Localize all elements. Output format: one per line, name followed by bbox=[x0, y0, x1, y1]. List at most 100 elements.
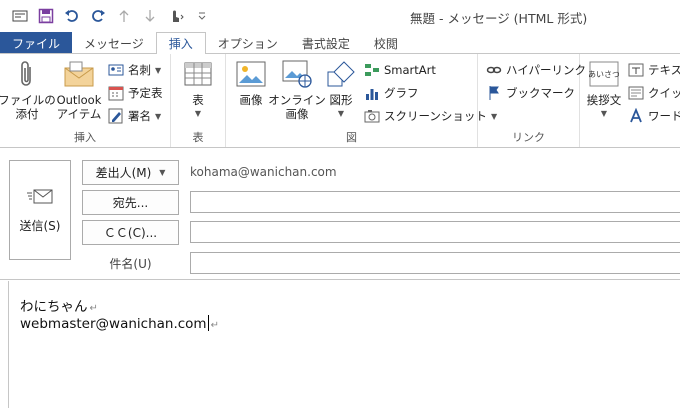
shapes-button[interactable]: 図形 ▼ bbox=[322, 58, 360, 121]
tab-review[interactable]: 校閲 bbox=[362, 32, 410, 54]
signature-icon bbox=[108, 108, 124, 124]
shapes-icon bbox=[325, 58, 357, 90]
redo-icon[interactable] bbox=[86, 5, 110, 27]
send-icon bbox=[26, 186, 54, 209]
signature-button[interactable]: 署名 ▼ bbox=[108, 106, 161, 126]
calendar-label: 予定表 bbox=[128, 86, 163, 100]
to-button-label: 宛先... bbox=[112, 196, 149, 210]
link-icon bbox=[486, 62, 502, 78]
body-line-text: わにちゃん bbox=[20, 299, 88, 315]
chevron-down-icon: ▼ bbox=[155, 111, 162, 121]
attach-file-button[interactable]: ファイルの 添付 bbox=[0, 58, 56, 121]
body-line: webmaster@wanichan.com ↵ bbox=[20, 315, 219, 332]
ribbon-tabs: ファイル メッセージ 挿入 オプション 書式設定 校閲 bbox=[0, 32, 680, 54]
outlook-item-button[interactable]: Outlook アイテム bbox=[52, 58, 106, 121]
customize-icon[interactable] bbox=[190, 5, 214, 27]
greeting-button[interactable]: あいさつ 挨拶文 ▼ bbox=[584, 58, 624, 121]
cc-button[interactable]: ＣＣ(C)... bbox=[82, 220, 179, 245]
greeting-icon: あいさつ bbox=[588, 58, 620, 90]
calendar-button[interactable]: 予定表 bbox=[108, 83, 163, 103]
message-body[interactable]: わにちゃん ↵ webmaster@wanichan.com ↵ bbox=[8, 281, 680, 408]
ribbon-group-insert: ファイルの 添付 Outlook アイテム 名刺 ▼ 予定表 署名 ▼ 挿入 bbox=[0, 54, 171, 147]
subject-label: 件名(U) bbox=[109, 257, 152, 271]
ribbon-group-illustrations: 画像 オンライン 画像 図形 ▼ SmartArt グラフ スクリーンショット … bbox=[226, 54, 497, 147]
tab-insert[interactable]: 挿入 bbox=[155, 32, 206, 54]
chevron-down-icon: ▼ bbox=[155, 65, 162, 75]
body-line: わにちゃん ↵ bbox=[20, 295, 98, 315]
mail-icon[interactable] bbox=[8, 5, 32, 27]
pictures-label: 画像 bbox=[239, 93, 263, 107]
smartart-button[interactable]: SmartArt bbox=[364, 60, 436, 80]
subject-field[interactable] bbox=[190, 252, 680, 274]
title-bar: 無題 - メッセージ (HTML 形式) bbox=[0, 0, 680, 32]
textbox-icon bbox=[628, 62, 644, 78]
send-button[interactable]: 送信(S) bbox=[9, 160, 71, 260]
chart-icon bbox=[364, 85, 380, 101]
table-button[interactable]: 表 ▼ bbox=[177, 58, 219, 121]
cc-button-label: ＣＣ(C)... bbox=[103, 226, 158, 240]
pictures-button[interactable]: 画像 bbox=[230, 58, 272, 107]
shapes-label: 図形 bbox=[329, 93, 353, 107]
table-group-label: 表 bbox=[192, 131, 204, 144]
smartart-label: SmartArt bbox=[384, 63, 436, 77]
body-line-text: webmaster@wanichan.com bbox=[20, 316, 207, 332]
from-button[interactable]: 差出人(M) ▼ bbox=[82, 160, 179, 185]
to-field[interactable] bbox=[190, 191, 680, 213]
online-pictures-label: オンライン 画像 bbox=[268, 93, 326, 121]
textbox-button[interactable]: テキスト bbox=[628, 60, 680, 80]
attach-file-label: ファイルの 添付 bbox=[0, 93, 56, 121]
text-cursor bbox=[207, 315, 209, 331]
hyperlink-button[interactable]: ハイパーリンク bbox=[486, 60, 586, 80]
cc-field[interactable] bbox=[190, 221, 680, 243]
illustrations-group-label: 図 bbox=[346, 131, 357, 144]
online-pictures-button[interactable]: オンライン 画像 bbox=[268, 58, 326, 121]
business-card-label: 名刺 bbox=[128, 63, 151, 77]
bookmark-icon bbox=[486, 85, 502, 101]
paragraph-mark-icon: ↵ bbox=[89, 303, 98, 314]
to-button[interactable]: 宛先... bbox=[82, 190, 179, 215]
svg-text:あいさつ: あいさつ bbox=[589, 70, 619, 79]
save-icon[interactable] bbox=[34, 5, 58, 27]
paragraph-mark-icon: ↵ bbox=[210, 320, 219, 331]
links-group-label: リンク bbox=[512, 131, 545, 144]
tab-file[interactable]: ファイル bbox=[0, 32, 73, 54]
screenshot-icon bbox=[364, 108, 380, 124]
business-card-button[interactable]: 名刺 ▼ bbox=[108, 60, 161, 80]
insert-group-label: 挿入 bbox=[74, 131, 96, 144]
window-title: 無題 - メッセージ (HTML 形式) bbox=[410, 11, 588, 26]
up-arrow-icon[interactable] bbox=[112, 5, 136, 27]
chart-button[interactable]: グラフ bbox=[364, 83, 419, 103]
smartart-icon bbox=[364, 62, 380, 78]
from-value: kohama@wanichan.com bbox=[190, 165, 337, 179]
picture-icon bbox=[235, 58, 267, 90]
chevron-down-icon: ▼ bbox=[159, 168, 166, 177]
bookmark-button[interactable]: ブックマーク bbox=[486, 83, 575, 103]
chevron-down-icon: ▼ bbox=[600, 109, 608, 118]
table-label: 表 bbox=[192, 93, 204, 107]
quick-parts-button[interactable]: クイック bbox=[628, 83, 680, 103]
tab-format-text[interactable]: 書式設定 bbox=[290, 32, 362, 54]
table-icon bbox=[182, 58, 214, 90]
textbox-label: テキスト bbox=[648, 63, 680, 77]
chevron-down-icon: ▼ bbox=[194, 109, 202, 118]
hyperlink-label: ハイパーリンク bbox=[506, 63, 587, 77]
tab-options[interactable]: オプション bbox=[206, 32, 290, 54]
ribbon: ファイルの 添付 Outlook アイテム 名刺 ▼ 予定表 署名 ▼ 挿入 表… bbox=[0, 53, 680, 148]
wordart-button[interactable]: ワードア bbox=[628, 106, 680, 126]
ribbon-group-text: あいさつ 挨拶文 ▼ テキスト クイック ワードア bbox=[580, 54, 680, 147]
tab-message[interactable]: メッセージ bbox=[72, 32, 156, 54]
wordart-label: ワードア bbox=[648, 109, 680, 123]
touch-mode-icon[interactable] bbox=[164, 5, 188, 27]
quick-access-toolbar bbox=[8, 4, 214, 28]
screenshot-label: スクリーンショット bbox=[384, 109, 487, 123]
online-picture-icon bbox=[281, 58, 313, 90]
message-header: 送信(S) 差出人(M) ▼ kohama@wanichan.com 宛先...… bbox=[0, 148, 680, 280]
greeting-label: 挨拶文 bbox=[586, 93, 622, 107]
envelope-icon bbox=[63, 58, 95, 90]
down-arrow-icon[interactable] bbox=[138, 5, 162, 27]
paperclip-icon bbox=[11, 58, 43, 90]
ribbon-group-links: ハイパーリンク ブックマーク リンク bbox=[478, 54, 586, 147]
business-card-icon bbox=[108, 62, 124, 78]
signature-label: 署名 bbox=[128, 109, 151, 123]
undo-icon[interactable] bbox=[60, 5, 84, 27]
